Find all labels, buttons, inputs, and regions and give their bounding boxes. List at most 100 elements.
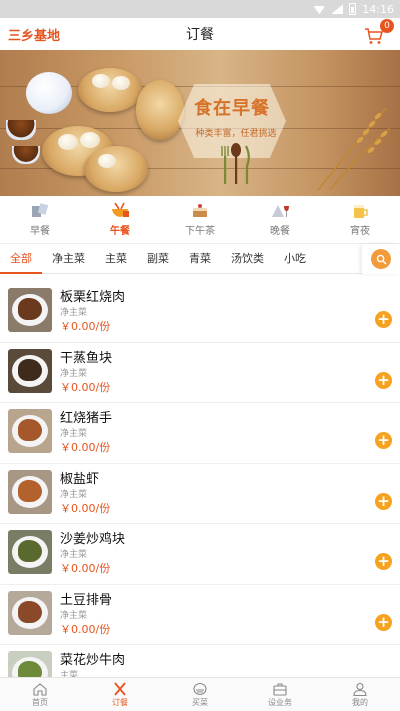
battery-icon (349, 3, 357, 15)
vegetable-basket-icon (193, 682, 207, 695)
dish-price: ￥0.00/份 (60, 320, 111, 333)
dish-name: 红烧猪手 (60, 411, 113, 426)
banner-subtitle: 种类丰富，任君挑选 (195, 129, 277, 139)
category-pure-main[interactable]: 净主菜 (42, 244, 95, 274)
breakfast-icon (32, 203, 49, 217)
nav-home-label: 首页 (32, 697, 48, 707)
dim-sum-steamer-image (78, 68, 142, 112)
status-bar: 14:16 (0, 0, 400, 18)
category-filter-bar: 全部 净主菜 主菜 副菜 青菜 汤饮类 小吃 (0, 244, 400, 274)
dish-category: 净主菜 (60, 550, 88, 560)
dish-item[interactable]: 菜花炒牛肉 主菜 (0, 645, 400, 677)
tab-dinner[interactable]: 晚餐 (240, 196, 320, 243)
dish-item[interactable]: 沙姜炒鸡块 净主菜 ￥0.00/份 + (0, 524, 400, 585)
dish-category: 净主菜 (60, 429, 88, 439)
dish-photo (8, 590, 52, 635)
dish-price: ￥0.00/份 (60, 562, 111, 575)
search-button[interactable] (362, 244, 400, 274)
dish-photo (8, 288, 52, 332)
dish-name: 板栗红烧肉 (60, 290, 126, 305)
dish-photo (8, 348, 52, 393)
banner-slogan: 食在早餐 (194, 98, 270, 119)
nav-business[interactable]: 设业务 (240, 678, 320, 711)
add-to-cart-button[interactable]: + (375, 613, 392, 631)
category-main[interactable]: 主菜 (95, 244, 137, 274)
category-soup-drinks[interactable]: 汤饮类 (221, 244, 274, 274)
nav-home[interactable]: 首页 (0, 678, 80, 711)
dish-item[interactable]: 椒盐虾 净主菜 ￥0.00/份 + (0, 464, 400, 524)
dish-list: 板栗红烧肉 净主菜 ￥0.00/份 + 干蒸鱼块 净主菜 ￥0.00/份 + 红… (0, 282, 400, 677)
tab-dinner-label: 晚餐 (270, 226, 290, 237)
category-snacks[interactable]: 小吃 (274, 244, 316, 274)
nav-profile[interactable]: 我的 (320, 678, 400, 711)
dish-item[interactable]: 板栗红烧肉 净主菜 ￥0.00/份 + (0, 282, 400, 343)
meal-period-tabs: 早餐 午餐 下午茶 晚餐 宵夜 (0, 196, 400, 244)
add-to-cart-button[interactable]: + (375, 311, 392, 328)
dish-name: 土豆排骨 (60, 592, 113, 608)
tab-lunch[interactable]: 午餐 (80, 196, 160, 243)
category-all[interactable]: 全部 (0, 244, 42, 274)
tab-breakfast-label: 早餐 (30, 226, 50, 237)
dish-name: 沙姜炒鸡块 (60, 532, 126, 547)
signal-icon (331, 4, 344, 14)
dish-name: 干蒸鱼块 (60, 350, 113, 366)
tab-lunch-label: 午餐 (110, 226, 130, 237)
dish-photo (8, 651, 52, 677)
dish-category: 净主菜 (60, 489, 88, 500)
header: 三乡基地 订餐 0 (0, 18, 400, 50)
add-to-cart-button[interactable]: + (375, 553, 392, 570)
dish-category: 主菜 (60, 671, 79, 677)
tab-late-night[interactable]: 宵夜 (320, 196, 400, 243)
dish-photo (8, 530, 52, 574)
category-side[interactable]: 副菜 (137, 244, 179, 274)
dish-name: 椒盐虾 (60, 471, 100, 487)
tab-breakfast[interactable]: 早餐 (0, 196, 80, 243)
afternoon-tea-icon (193, 204, 207, 217)
category-greens[interactable]: 青菜 (179, 244, 221, 274)
cart-button[interactable]: 0 (364, 19, 394, 45)
status-time: 14:16 (362, 2, 394, 16)
dish-item[interactable]: 土豆排骨 净主菜 ￥0.00/份 + (0, 585, 400, 645)
dish-item[interactable]: 红烧猪手 净主菜 ￥0.00/份 + (0, 403, 400, 464)
user-icon (353, 682, 367, 696)
search-icon (376, 254, 387, 265)
nav-order[interactable]: 订餐 (80, 678, 160, 711)
tab-late-night-label: 宵夜 (350, 226, 370, 237)
lunch-icon (112, 202, 129, 217)
tab-afternoon-tea-label: 下午茶 (185, 226, 215, 237)
dish-photo (8, 409, 52, 453)
add-to-cart-button[interactable]: + (375, 432, 392, 449)
dinner-icon (272, 205, 289, 217)
dish-price: ￥0.00/份 (60, 622, 111, 636)
dish-price: ￥0.00/份 (60, 441, 111, 454)
nav-profile-label: 我的 (352, 697, 368, 707)
dish-item[interactable]: 干蒸鱼块 净主菜 ￥0.00/份 + (0, 343, 400, 403)
cart-badge: 0 (380, 19, 394, 33)
nav-groceries-label: 买菜 (192, 697, 208, 707)
cutlery-icon (221, 143, 250, 184)
teapot-image (26, 72, 72, 114)
nav-order-label: 订餐 (112, 697, 128, 707)
wheat-decoration (317, 107, 391, 191)
dish-category: 净主菜 (60, 368, 88, 379)
late-night-snack-icon (354, 205, 368, 218)
nav-business-label: 设业务 (268, 697, 292, 707)
dish-name: 菜花炒牛肉 (60, 653, 126, 668)
home-icon (33, 682, 47, 696)
bottom-navigation: 首页 订餐 买菜 设业务 我的 (0, 677, 400, 711)
tab-afternoon-tea[interactable]: 下午茶 (160, 196, 240, 243)
location-selector[interactable]: 三乡基地 (8, 25, 60, 44)
briefcase-icon (273, 683, 287, 696)
dish-price: ￥0.00/份 (60, 380, 111, 394)
wifi-icon (313, 6, 326, 14)
add-to-cart-button[interactable]: + (375, 492, 392, 510)
teacup-image (6, 120, 36, 140)
dish-category: 净主菜 (60, 610, 88, 621)
nav-groceries[interactable]: 买菜 (160, 678, 240, 711)
add-to-cart-button[interactable]: + (375, 371, 392, 389)
dish-category: 净主菜 (60, 308, 88, 318)
dish-photo (8, 469, 52, 514)
dish-price: ￥0.00/份 (60, 501, 111, 515)
fork-knife-icon (114, 681, 126, 696)
promo-banner[interactable]: 食在早餐 种类丰富，任君挑选 (0, 50, 400, 196)
